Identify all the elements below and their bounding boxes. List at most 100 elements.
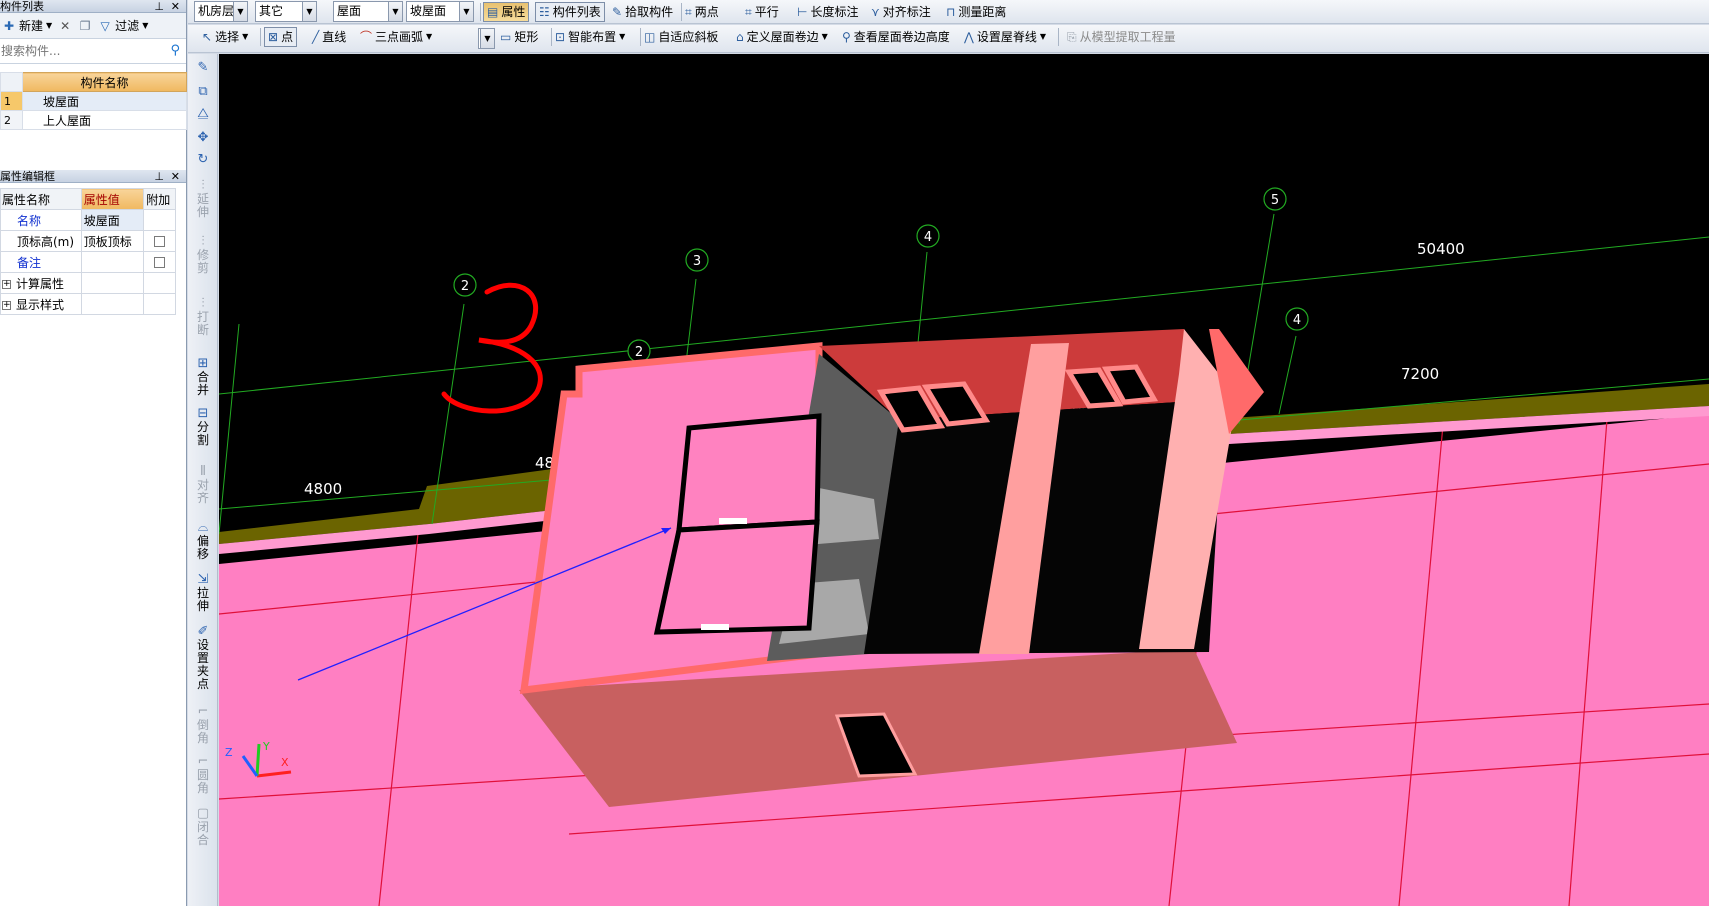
close-icon[interactable]: ✕ bbox=[171, 170, 180, 182]
extract-quantity-button[interactable]: ⎘ 从模型提取工程量 bbox=[1067, 27, 1176, 47]
ridge-icon: ⋀ bbox=[964, 30, 974, 44]
expand-icon[interactable]: + bbox=[2, 279, 11, 289]
type-select[interactable]: 屋面 ▼ bbox=[333, 1, 403, 22]
pin-icon[interactable]: ⊥ bbox=[154, 170, 164, 182]
properties-button[interactable]: ▤ 属性 bbox=[483, 2, 530, 22]
axis-label: 5 bbox=[1271, 193, 1279, 208]
extra-checkbox[interactable] bbox=[154, 257, 166, 268]
move-tool[interactable]: ✥ bbox=[188, 130, 218, 145]
rectangle-button[interactable]: ▭ 矩形 bbox=[500, 27, 538, 47]
split-tool[interactable]: ⊟ 分割 bbox=[188, 406, 218, 447]
viewport-scene: 2 3 4 5 2 4 4800 4800 50400 7200 00 bbox=[219, 187, 1709, 906]
measure-distance-button[interactable]: ⊓ 测量距离 bbox=[946, 2, 1006, 22]
align-tool[interactable]: ⫴ 对齐 bbox=[188, 464, 218, 505]
properties-icon: ▤ bbox=[487, 5, 499, 19]
rotate-icon: ↻ bbox=[197, 152, 209, 167]
two-point-axis-button[interactable]: ⌗ 两点 bbox=[685, 2, 719, 22]
rotate-tool[interactable]: ↻ bbox=[188, 152, 218, 167]
extra-checkbox[interactable] bbox=[154, 236, 166, 247]
align-icon: ⫴ bbox=[200, 464, 206, 479]
new-button[interactable]: ✚ 新建 ▼ bbox=[2, 17, 52, 34]
arc-button[interactable]: ⌒ 三点画弧 ▼ bbox=[360, 27, 432, 47]
offset-tool[interactable]: ⌓ 偏移 bbox=[188, 520, 218, 561]
move-icon: ✥ bbox=[197, 130, 209, 145]
table-row[interactable]: 2 上人屋面 bbox=[0, 110, 187, 130]
row-number-header bbox=[0, 72, 23, 92]
adaptive-slab-button[interactable]: ◫ 自适应斜板 bbox=[644, 27, 718, 47]
property-value-input[interactable]: 顶板顶标 bbox=[80, 230, 145, 252]
align-dim-button[interactable]: ⋎ 对齐标注 bbox=[871, 2, 931, 22]
merge-tool[interactable]: ⊞ 合并 bbox=[188, 356, 218, 397]
trim-tool[interactable]: ⫶ 修剪 bbox=[188, 234, 218, 275]
axis-label: 2 bbox=[635, 345, 643, 360]
property-value-input[interactable] bbox=[80, 251, 145, 273]
slab-icon: ◫ bbox=[644, 30, 656, 44]
component-name: 上人屋面 bbox=[22, 110, 187, 130]
smart-layout-button[interactable]: ⊡ 智能布置 ▼ bbox=[555, 27, 625, 47]
cursor-icon: ↖ bbox=[202, 30, 213, 44]
set-ridge-button[interactable]: ⋀ 设置屋脊线 ▼ bbox=[964, 27, 1046, 47]
search-icon[interactable]: ⚲ bbox=[170, 43, 180, 58]
close-icon[interactable]: ✕ bbox=[171, 0, 180, 12]
property-group-row[interactable]: + 显示样式 bbox=[0, 293, 176, 315]
define-roof-edge-button[interactable]: ⌂ 定义屋面卷边 ▼ bbox=[736, 27, 828, 47]
view-roof-edge-height-button[interactable]: ⚲ 查看屋面卷边高度 bbox=[842, 27, 950, 47]
component-list-toolbar: ✚ 新建 ▼ ✕ ❐ ▽ 过滤 ▼ bbox=[0, 13, 186, 39]
property-row: 名称 坡屋面 bbox=[0, 209, 176, 231]
chevron-down-icon: ▼ bbox=[233, 2, 247, 21]
fillet-tool[interactable]: ⌐ 圆角 bbox=[188, 754, 218, 795]
floor-select[interactable]: 机房层 ▼ bbox=[194, 1, 248, 22]
line-icon: ╱ bbox=[312, 30, 320, 44]
parallel-axis-button[interactable]: ⌗ 平行 bbox=[745, 2, 779, 22]
table-row[interactable]: 1 坡屋面 bbox=[0, 91, 187, 111]
property-table: 属性名称 属性值 附加 名称 坡屋面 顶标高(m) 顶板顶标 备注 +计算属性 bbox=[0, 188, 176, 315]
stretch-tool[interactable]: ⇲ 拉伸 bbox=[188, 572, 218, 613]
dimension-icon: ⊢ bbox=[797, 5, 808, 19]
component-select[interactable]: 坡屋面 ▼ bbox=[406, 1, 474, 22]
svg-text:Y: Y bbox=[262, 740, 270, 753]
point-button[interactable]: ⊠ 点 bbox=[264, 27, 298, 47]
brush-icon: ✎ bbox=[197, 60, 209, 75]
close-tool[interactable]: ▢ 闭合 bbox=[188, 806, 218, 847]
property-extra bbox=[143, 209, 176, 231]
filter-button[interactable]: ▽ 过滤 ▼ bbox=[98, 17, 149, 34]
copy-tool[interactable]: ⧉ bbox=[188, 84, 218, 99]
component-list-button[interactable]: ☷ 构件列表 bbox=[535, 2, 605, 22]
break-tool[interactable]: ⫶ 打断 bbox=[188, 296, 218, 337]
search-input[interactable] bbox=[0, 39, 165, 63]
length-dim-button[interactable]: ⊢ 长度标注 bbox=[797, 2, 858, 22]
category-select[interactable]: 其它 ▼ bbox=[255, 1, 317, 22]
property-value-input[interactable]: 坡屋面 bbox=[80, 209, 145, 231]
property-extra-header: 附加 bbox=[143, 188, 176, 210]
3d-viewport[interactable]: 2 3 4 5 2 4 4800 4800 50400 7200 00 bbox=[219, 54, 1709, 906]
pick-icon: ✎ bbox=[612, 5, 623, 19]
copy-button[interactable]: ❐ bbox=[78, 19, 92, 33]
component-list-title: 构件列表 bbox=[0, 0, 44, 13]
parallel-icon: ⌗ bbox=[745, 5, 752, 19]
offset-icon: ⌓ bbox=[197, 520, 209, 535]
break-icon: ⫶ bbox=[201, 296, 205, 311]
annotation-mark bbox=[441, 282, 543, 414]
list-icon: ☷ bbox=[539, 5, 550, 19]
property-name: 顶标高(m) bbox=[0, 230, 82, 252]
axis-label: 2 bbox=[461, 279, 469, 294]
rectangle-icon: ▭ bbox=[500, 30, 512, 44]
dimension-label: 50400 bbox=[1417, 240, 1465, 258]
pick-component-button[interactable]: ✎ 拾取构件 bbox=[612, 2, 673, 22]
delete-button[interactable]: ✕ bbox=[58, 19, 72, 33]
brush-tool[interactable]: ✎ bbox=[188, 60, 218, 75]
mirror-tool[interactable]: ⧋ bbox=[188, 106, 218, 121]
chevron-down-icon: ▼ bbox=[388, 2, 402, 21]
component-search: ⚲ bbox=[0, 39, 186, 64]
expand-icon[interactable]: + bbox=[2, 300, 11, 310]
property-row: 备注 bbox=[0, 251, 176, 273]
arc-mode-select[interactable]: ▼ bbox=[478, 28, 495, 49]
select-button[interactable]: ↖ 选择 ▼ bbox=[202, 27, 248, 47]
extend-tool[interactable]: ⫶ 延伸 bbox=[188, 178, 218, 219]
chamfer-tool[interactable]: ⌐ 倒角 bbox=[188, 704, 218, 745]
pin-icon[interactable]: ⊥ bbox=[154, 0, 164, 12]
property-group-row[interactable]: + 计算属性 bbox=[0, 272, 176, 294]
set-grip-tool[interactable]: ✐ 设置夹点 bbox=[188, 624, 218, 691]
line-button[interactable]: ╱ 直线 bbox=[312, 27, 346, 47]
dimension-label: 7200 bbox=[1401, 365, 1439, 383]
